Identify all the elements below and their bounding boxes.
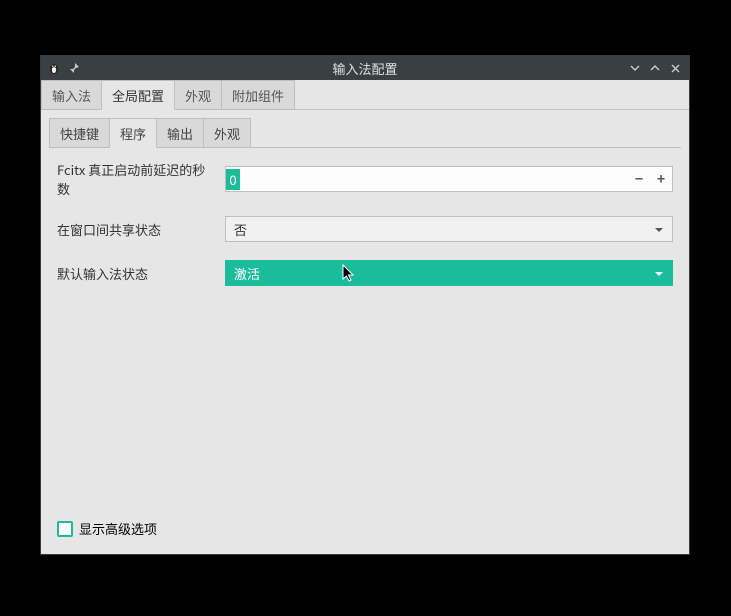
subtab-hotkey[interactable]: 快捷键 — [49, 118, 110, 147]
select-share-state[interactable]: 否 — [225, 216, 673, 242]
row-startup-delay: Fcitx 真正启动前延迟的秒数 0 − + — [57, 160, 673, 198]
spin-startup-delay[interactable]: 0 − + — [225, 166, 673, 192]
select-value: 激活 — [234, 264, 260, 283]
select-default-state[interactable]: 激活 — [225, 260, 673, 286]
content-area: 快捷键 程序 输出 外观 Fcitx 真正启动前延迟的秒数 0 − + 在窗口间… — [41, 110, 689, 554]
row-share-state: 在窗口间共享状态 否 — [57, 216, 673, 242]
label-startup-delay: Fcitx 真正启动前延迟的秒数 — [57, 160, 217, 198]
maximize-button[interactable] — [645, 58, 665, 78]
spin-value: 0 — [226, 169, 240, 190]
sub-tabbar: 快捷键 程序 输出 外观 — [49, 118, 681, 148]
titlebar: 输入法配置 — [41, 56, 689, 80]
spin-increment[interactable]: + — [650, 169, 672, 189]
tab-input-method[interactable]: 输入法 — [41, 80, 102, 109]
select-value: 否 — [234, 220, 247, 239]
checkbox-advanced-label: 显示高级选项 — [79, 519, 157, 538]
label-default-state: 默认输入法状态 — [57, 264, 217, 283]
tab-global-config[interactable]: 全局配置 — [101, 80, 175, 110]
row-default-state: 默认输入法状态 激活 — [57, 260, 673, 286]
tab-addons[interactable]: 附加组件 — [221, 80, 295, 109]
tab-appearance[interactable]: 外观 — [174, 80, 222, 109]
app-icon — [47, 61, 61, 75]
subtab-program[interactable]: 程序 — [109, 118, 157, 148]
checkbox-advanced[interactable] — [57, 521, 73, 537]
form-area: Fcitx 真正启动前延迟的秒数 0 − + 在窗口间共享状态 否 — [49, 148, 681, 511]
footer: 显示高级选项 — [49, 511, 681, 546]
pin-icon[interactable] — [67, 61, 81, 75]
chevron-down-icon — [654, 220, 664, 239]
config-window: 输入法配置 输入法 全局配置 外观 附加组件 快捷键 程序 输出 外观 — [40, 55, 690, 555]
chevron-down-icon — [654, 264, 664, 283]
main-tabbar: 输入法 全局配置 外观 附加组件 — [41, 80, 689, 110]
subtab-output[interactable]: 输出 — [156, 118, 204, 147]
window-title: 输入法配置 — [41, 59, 689, 78]
minimize-button[interactable] — [625, 58, 645, 78]
subtab-appearance-sub[interactable]: 外观 — [203, 118, 251, 147]
spin-decrement[interactable]: − — [628, 169, 650, 189]
label-share-state: 在窗口间共享状态 — [57, 220, 217, 239]
close-button[interactable] — [665, 58, 685, 78]
